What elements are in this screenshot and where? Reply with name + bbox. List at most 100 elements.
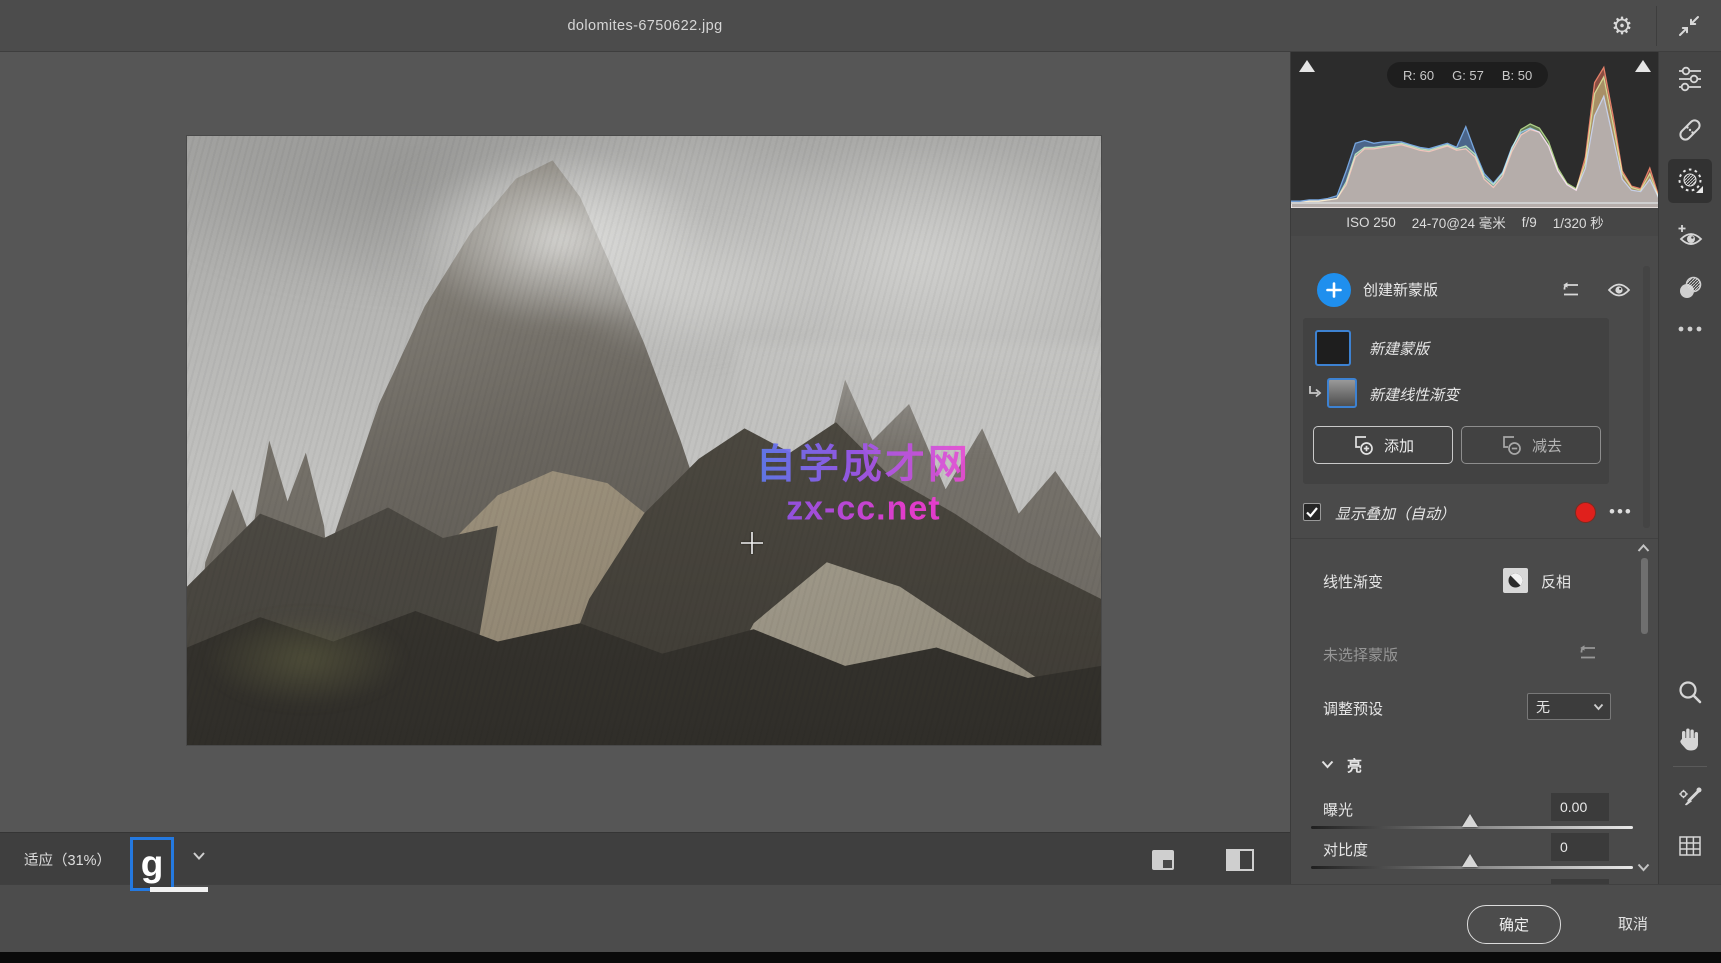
shadow-clipping-indicator[interactable] [1299,60,1315,72]
grid-icon [1677,834,1703,858]
panel-divider [1291,538,1659,539]
create-mask-plus-button[interactable] [1317,273,1351,307]
masks-scrollbar-track[interactable] [1643,266,1650,528]
photo-texture [187,136,1101,745]
shutter-value: 1/320 秒 [1553,212,1604,232]
mask-add-button[interactable]: 添加 [1313,426,1453,464]
new-mask-thumbnail[interactable] [1315,330,1351,366]
mask-options-box: 新建蒙版 新建线性渐变 添加 减去 [1303,318,1609,484]
invert-icon [1506,571,1525,590]
exposure-slider[interactable] [1311,826,1633,829]
snapshots-icon [1677,275,1703,301]
exposure-slider-thumb[interactable] [1462,814,1478,827]
b-value: B: 50 [1502,68,1532,83]
split-view-icon [1226,849,1254,871]
add-mask-icon [1352,434,1374,456]
mask-visibility-button[interactable] [1602,273,1636,307]
highlight-clipping-indicator[interactable] [1635,60,1651,72]
tool-masking[interactable] [1668,159,1712,203]
aperture-value: f/9 [1522,215,1537,230]
settings-gear-button[interactable]: ⚙ [1595,0,1649,52]
contrast-label: 对比度 [1323,839,1368,860]
settings-scrollbar-thumb[interactable] [1641,558,1648,634]
reset-icon [1559,281,1581,299]
mask-subtract-button[interactable]: 减去 [1461,426,1601,464]
mask-add-label: 添加 [1384,435,1414,456]
g-value: G: 57 [1452,68,1484,83]
masking-icon [1675,166,1705,196]
exposure-value-field[interactable]: 0.00 [1551,793,1609,821]
subtract-mask-icon [1500,434,1522,456]
show-overlay-label: 显示叠加（自动） [1335,503,1455,524]
overlay-more-options[interactable]: ••• [1609,502,1633,522]
reset-icon [1576,644,1598,662]
mask-type-label: 线性渐变 [1323,571,1383,592]
overlay-color-swatch[interactable] [1575,502,1596,523]
invert-mask-button[interactable] [1503,568,1528,593]
adjustments-panel: R: 60 G: 57 B: 50 ISO 250 24-70@24 毫米 f/… [1290,52,1658,884]
crosshair-cursor [740,531,764,555]
iso-value: ISO 250 [1346,215,1396,230]
mask-reset-button[interactable] [1553,273,1587,307]
adjust-preset-label: 调整预设 [1323,698,1383,719]
tool-color-sampler[interactable] [1668,777,1712,821]
photo-canvas[interactable]: 自学成才网 zx-cc.net [187,136,1101,745]
scroll-up-chevron[interactable] [1637,544,1650,553]
exit-fullscreen-button[interactable] [1662,0,1716,52]
new-mask-label[interactable]: 新建蒙版 [1369,338,1429,359]
filename-title: dolomites-6750622.jpg [0,0,1290,52]
overlay-underline [150,887,208,892]
edit-sliders-icon [1677,66,1703,92]
tool-strip [1658,52,1721,884]
ok-button[interactable]: 确定 [1467,905,1561,944]
elbow-arrow-icon [1307,384,1323,400]
contrast-slider-thumb[interactable] [1462,854,1478,867]
tool-snapshots[interactable] [1668,266,1712,310]
create-new-mask-label: 创建新蒙版 [1363,279,1438,300]
preset-dropdown[interactable]: 无 [1527,693,1611,720]
r-value: R: 60 [1403,68,1434,83]
healing-bandage-icon [1677,117,1703,143]
image-canvas-area: 自学成才网 zx-cc.net 适应（31%） g [0,52,1290,884]
titlebar-divider [1656,6,1657,46]
exif-info-bar: ISO 250 24-70@24 毫米 f/9 1/320 秒 [1291,208,1659,236]
show-overlay-checkbox[interactable] [1303,503,1321,521]
zoom-level-label[interactable]: 适应（31%） [24,833,111,885]
no-mask-selected-label: 未选择蒙版 [1323,644,1398,665]
preview-toggle-button[interactable] [1148,847,1178,873]
hand-icon [1677,726,1703,752]
tool-red-eye[interactable] [1668,214,1712,258]
zoom-dropdown-chevron[interactable] [192,851,206,861]
linear-gradient-thumbnail[interactable] [1327,378,1357,408]
tool-heal[interactable] [1668,108,1712,152]
gear-icon: ⚙ [1611,12,1633,41]
lens-value: 24-70@24 毫米 [1412,212,1506,232]
eye-icon [1607,282,1631,298]
group-label-light[interactable]: 亮 [1347,755,1362,776]
new-linear-gradient-label[interactable]: 新建线性渐变 [1369,384,1459,405]
dialog-footer: 确定 取消 [0,884,1721,952]
plus-icon [1325,281,1343,299]
collapse-arrows-icon [1678,15,1700,37]
contrast-value-field[interactable]: 0 [1551,833,1609,861]
rgb-readout: R: 60 G: 57 B: 50 [1387,62,1548,88]
tool-edit[interactable] [1668,57,1712,101]
settings-reset-button[interactable] [1571,638,1603,668]
bottom-black-strip [0,952,1721,963]
recorder-logo-overlay: g [130,837,174,891]
histogram: R: 60 G: 57 B: 50 [1291,52,1659,208]
eyedropper-target-icon [1677,786,1703,812]
scroll-down-chevron[interactable] [1637,863,1650,872]
camera-raw-window: dolomites-6750622.jpg ⚙ [0,0,1721,963]
invert-label[interactable]: 反相 [1541,571,1571,592]
title-bar: dolomites-6750622.jpg ⚙ [0,0,1721,52]
histogram-baseline [1291,202,1659,204]
contrast-slider[interactable] [1311,866,1633,869]
tool-hand[interactable] [1668,717,1712,761]
group-collapse-chevron[interactable] [1321,760,1334,769]
cancel-button[interactable]: 取消 [1598,905,1668,942]
split-view-button[interactable] [1224,847,1256,873]
tool-zoom[interactable] [1668,670,1712,714]
tool-more-options[interactable] [1668,307,1712,351]
tool-grid-overlay[interactable] [1668,824,1712,868]
